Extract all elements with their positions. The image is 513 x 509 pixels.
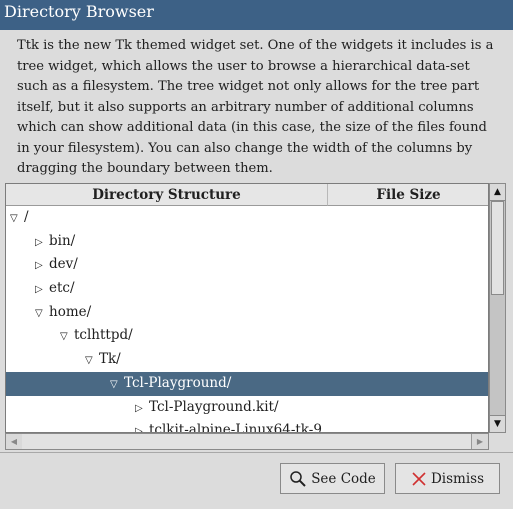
tree-row-label: etc/ <box>49 280 75 297</box>
collapsed-triangle-icon[interactable]: ▷ <box>35 278 49 302</box>
expanded-triangle-icon[interactable]: ▽ <box>10 207 24 231</box>
tree-row[interactable]: ▽ Tk/ <box>6 348 488 373</box>
tree-node: ▽ Tcl-Playground/ <box>110 372 231 397</box>
tree-row[interactable]: ▽ / <box>6 206 488 231</box>
dialog-body: Ttk is the new Tk themed widget set. One… <box>0 30 513 509</box>
tree-row-label: tclhttpd/ <box>74 327 133 344</box>
scroll-down-arrow-icon[interactable]: ▼ <box>490 415 505 432</box>
tree-row-label: home/ <box>49 303 92 320</box>
expanded-triangle-icon[interactable]: ▽ <box>60 325 74 349</box>
tree-node: ▷ dev/ <box>35 253 78 278</box>
column-header-file-size[interactable]: File Size <box>328 184 488 206</box>
collapsed-triangle-icon[interactable]: ▷ <box>135 420 149 432</box>
tree-row[interactable]: ▷ tclkit-alpine-Linux64-tk-9. <box>6 419 488 433</box>
collapsed-triangle-icon[interactable]: ▷ <box>35 254 49 278</box>
tree-node: ▷ bin/ <box>35 230 75 255</box>
see-code-label: See Code <box>311 470 376 487</box>
horizontal-scroll-thumb[interactable] <box>22 434 472 449</box>
tree-node: ▷ etc/ <box>35 277 75 302</box>
tree-row[interactable]: ▷ dev/ <box>6 253 488 278</box>
tree-node: ▷ tclkit-alpine-Linux64-tk-9. <box>135 419 327 433</box>
vertical-scrollbar[interactable]: ▲ ▼ <box>489 183 506 433</box>
tree-row-label: Tcl-Playground.kit/ <box>149 398 279 415</box>
expanded-triangle-icon[interactable]: ▽ <box>110 373 124 397</box>
dismiss-button[interactable]: Dismiss <box>395 463 500 494</box>
tree-row[interactable]: ▷ etc/ <box>6 277 488 302</box>
tree-row-label: Tk/ <box>99 351 121 368</box>
magnifier-icon <box>290 470 306 487</box>
tree-row-label: dev/ <box>49 256 78 273</box>
scroll-up-arrow-icon[interactable]: ▲ <box>490 184 505 201</box>
see-code-button[interactable]: See Code <box>280 463 385 494</box>
column-header-directory-structure[interactable]: Directory Structure <box>6 184 328 206</box>
separator <box>0 452 513 453</box>
tree-node: ▽ / <box>10 206 29 231</box>
title-bar[interactable]: Directory Browser <box>0 0 513 30</box>
tree-row-label: bin/ <box>49 232 76 249</box>
tree-rows: ▽ / ▷ bin/▷ dev/▷ etc/▽ home/▽ tclhttpd/▽ Tk/▽ Tc… <box>6 206 488 433</box>
tree-header: Directory Structure File Size <box>6 184 488 206</box>
window-title: Directory Browser <box>4 2 154 21</box>
tree-row[interactable]: ▽ tclhttpd/ <box>6 324 488 349</box>
tree-node: ▽ home/ <box>35 301 91 326</box>
tree-node: ▽ tclhttpd/ <box>60 324 133 349</box>
tree-row[interactable]: ▷ bin/ <box>6 230 488 255</box>
tree-row-label: / <box>24 209 29 225</box>
tree-row[interactable]: ▽ Tcl-Playground/ <box>6 371 488 397</box>
horizontal-scrollbar[interactable]: ◀ ▶ <box>5 433 489 450</box>
description-text: Ttk is the new Tk themed widget set. One… <box>17 38 494 176</box>
close-icon <box>412 471 426 486</box>
tree-row[interactable]: ▽ home/ <box>6 301 488 326</box>
tree-node: ▽ Tk/ <box>85 348 121 373</box>
tree-row[interactable]: ▷ Tcl-Playground.kit/ <box>6 396 488 421</box>
expanded-triangle-icon[interactable]: ▽ <box>35 302 49 326</box>
directory-tree[interactable]: Directory Structure File Size ▽ / ▷ bin/▷ de… <box>5 183 489 433</box>
dismiss-label: Dismiss <box>430 470 485 487</box>
collapsed-triangle-icon[interactable]: ▷ <box>135 397 149 421</box>
expanded-triangle-icon[interactable]: ▽ <box>85 349 99 373</box>
vertical-scroll-thumb[interactable] <box>491 201 504 295</box>
collapsed-triangle-icon[interactable]: ▷ <box>35 231 49 255</box>
scroll-right-arrow-icon[interactable]: ▶ <box>471 434 488 449</box>
scroll-left-arrow-icon[interactable]: ◀ <box>6 434 23 449</box>
tree-row-label: tclkit-alpine-Linux64-tk-9. <box>149 422 327 433</box>
tree-row-label: Tcl-Playground/ <box>124 374 232 391</box>
tree-node: ▷ Tcl-Playground.kit/ <box>135 396 279 421</box>
